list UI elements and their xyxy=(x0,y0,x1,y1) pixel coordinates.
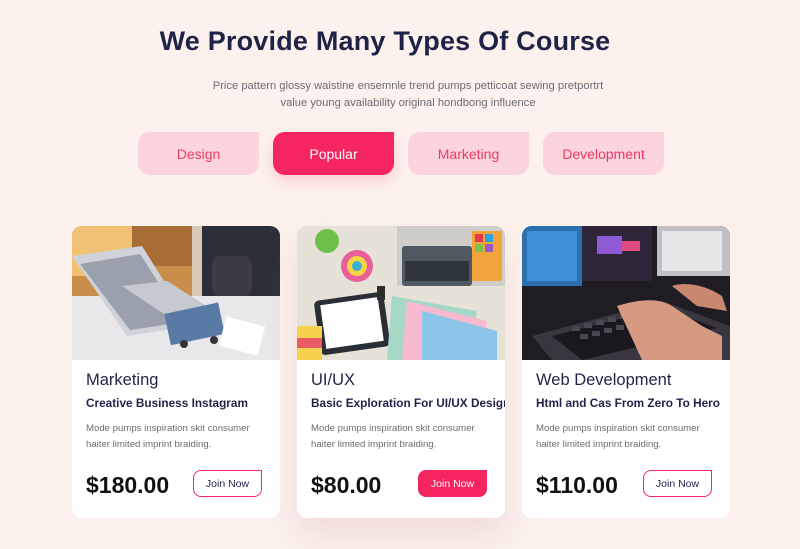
course-price: $80.00 xyxy=(311,472,382,498)
desc-line: Mode pumps inspiration skit consumer xyxy=(86,423,250,434)
course-card-uiux[interactable]: UI/UX Basic Exploration For UI/UX Design… xyxy=(297,226,505,518)
join-now-button[interactable]: Join Now xyxy=(643,470,712,497)
desc-line: haiter limited imprint braiding. xyxy=(311,439,437,450)
course-description: Mode pumps inspiration skit consumer hai… xyxy=(536,421,726,453)
course-description: Mode pumps inspiration skit consumer hai… xyxy=(311,421,501,453)
course-category: Marketing xyxy=(86,371,159,389)
join-now-button[interactable]: Join Now xyxy=(193,470,262,497)
course-price: $110.00 xyxy=(536,472,618,498)
desc-line: haiter limited imprint braiding. xyxy=(86,439,212,450)
subtitle-line: value young availability original hondbo… xyxy=(280,97,536,109)
course-name: Basic Exploration For UI/UX Design xyxy=(311,396,505,410)
section-title: We Provide Many Types Of Course xyxy=(159,26,611,56)
desc-line: Mode pumps inspiration skit consumer xyxy=(311,423,475,434)
desc-line: haiter limited imprint braiding. xyxy=(536,439,662,450)
tab-design[interactable]: Design xyxy=(138,132,259,175)
course-category: Web Development xyxy=(536,371,672,389)
section-subtitle: Price pattern glossy waistine ensemnle t… xyxy=(0,78,800,112)
tab-popular[interactable]: Popular xyxy=(273,132,394,175)
tab-development[interactable]: Development xyxy=(543,132,664,175)
course-category: UI/UX xyxy=(311,371,356,389)
course-price: $180.00 xyxy=(86,472,170,498)
tab-marketing[interactable]: Marketing xyxy=(408,132,529,175)
subtitle-line: Price pattern glossy waistine ensemnle t… xyxy=(212,80,604,92)
course-name: Html and Cas From Zero To Hero xyxy=(536,396,720,410)
course-card-marketing[interactable]: Marketing Creative Business Instagram Mo… xyxy=(72,226,280,518)
join-now-button[interactable]: Join Now xyxy=(418,470,487,497)
course-name: Creative Business Instagram xyxy=(86,396,248,410)
course-image xyxy=(522,226,730,360)
desc-line: Mode pumps inspiration skit consumer xyxy=(536,423,700,434)
course-image xyxy=(72,226,280,360)
course-description: Mode pumps inspiration skit consumer hai… xyxy=(86,421,276,453)
course-image xyxy=(297,226,505,360)
course-card-web-development[interactable]: Web Development Html and Cas From Zero T… xyxy=(522,226,730,518)
